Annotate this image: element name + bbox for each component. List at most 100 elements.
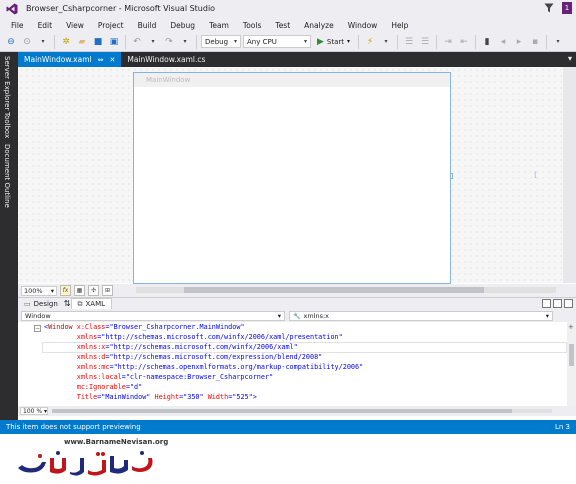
scrollbar-thumb[interactable] [184, 287, 484, 293]
outdent-icon[interactable]: ⇤ [457, 35, 471, 49]
document-outline-tab[interactable]: Document Outline [3, 144, 11, 208]
tab-overflow-icon[interactable]: ▾ [568, 54, 572, 63]
tab-mainwindow-xaml[interactable]: MainWindow.xaml ⇔ ✕ [18, 52, 122, 67]
server-explorer-tab[interactable]: Server Explorer [3, 56, 11, 110]
menu-window[interactable]: Window [341, 21, 385, 30]
redo-icon[interactable]: ↷ [162, 35, 176, 49]
scrollbar-thumb[interactable] [569, 344, 574, 366]
toolbox-tab[interactable]: Toolbox [3, 112, 11, 138]
element-select-value: Window [25, 311, 51, 320]
tab-xaml-label: XAML [85, 300, 106, 308]
code-token: > [252, 393, 257, 401]
vertical-split-icon[interactable] [553, 299, 562, 308]
notifications-icon[interactable]: 1 [562, 2, 572, 14]
code-token: xmlns:local [44, 373, 122, 381]
bookmark-icon[interactable]: ▮ [480, 35, 494, 49]
swap-panes-icon[interactable]: ⇅ [64, 299, 71, 308]
split-editor-icon[interactable]: + [568, 323, 574, 331]
dropdown-arrow-icon[interactable]: ▾ [36, 35, 50, 49]
designer-horizontal-scrollbar[interactable] [136, 287, 556, 293]
toolbar-separator [196, 34, 197, 49]
code-line[interactable]: xmlns:d="http://schemas.microsoft.com/ex… [44, 352, 363, 362]
scrollbar-thumb[interactable] [52, 409, 512, 413]
open-file-icon[interactable]: ▰ [75, 35, 89, 49]
code-line[interactable]: xmlns="http://schemas.microsoft.com/winf… [44, 332, 363, 342]
code-line[interactable]: mc:Ignorable="d" [44, 382, 363, 392]
menu-test[interactable]: Test [268, 21, 297, 30]
toolbar-options-icon[interactable]: ▾ [379, 35, 393, 49]
navigate-forward-icon[interactable]: ⊙ [20, 35, 34, 49]
code-token: x:Class [72, 323, 106, 331]
horizontal-split-icon[interactable] [542, 299, 551, 308]
resize-handle[interactable] [450, 173, 453, 179]
tab-label: MainWindow.xaml.cs [127, 55, 206, 64]
solution-platform-select[interactable]: Any CPU ▾ [243, 35, 311, 48]
tab-xaml[interactable]: ⧉ XAML [70, 297, 113, 310]
menu-build[interactable]: Build [131, 21, 164, 30]
save-icon[interactable]: ■ [91, 35, 105, 49]
pin-icon[interactable]: ⇔ [98, 56, 104, 64]
window-preview[interactable]: MainWindow [133, 72, 453, 284]
designer-vertical-scrollbar[interactable] [563, 67, 576, 283]
effects-toggle-icon[interactable]: fx [60, 285, 71, 296]
align-left-icon[interactable]: ☰ [402, 35, 416, 49]
chevron-down-icon: ▾ [277, 311, 281, 320]
menu-analyze[interactable]: Analyze [297, 21, 341, 30]
status-message: This item does not support previewing [6, 423, 141, 431]
menu-tools[interactable]: Tools [236, 21, 268, 30]
element-select[interactable]: Window ▾ [21, 310, 285, 321]
save-all-icon[interactable]: ▣ [107, 35, 121, 49]
lightning-icon[interactable]: ⚡ [363, 35, 377, 49]
member-select[interactable]: 🔧 xmlns:x ▾ [289, 310, 553, 321]
undo-icon[interactable]: ↶ [130, 35, 144, 49]
member-select-value: xmlns:x [303, 311, 330, 320]
chevron-down-icon: ▾ [347, 38, 351, 45]
tab-design[interactable]: ▭ Design [18, 298, 64, 310]
next-bookmark-icon[interactable]: ▸ [512, 35, 526, 49]
toolbar-overflow-icon[interactable]: ▾ [551, 35, 565, 49]
menu-file[interactable]: File [4, 21, 31, 30]
menu-project[interactable]: Project [91, 21, 131, 30]
editor-zoom-select[interactable]: 100 % ▾ [20, 407, 48, 415]
snap-gridlines-icon[interactable]: ✣ [88, 285, 99, 296]
clear-bookmarks-icon[interactable]: ▪ [528, 35, 542, 49]
new-project-icon[interactable]: ✲ [59, 35, 73, 49]
window-title: Browser_Csharpcorner - Microsoft Visual … [26, 4, 216, 13]
snap-lines-icon[interactable]: ⊞ [102, 285, 113, 296]
collapse-pane-icon[interactable] [564, 299, 573, 308]
prev-bookmark-icon[interactable]: ◂ [496, 35, 510, 49]
editor-gutter: − [18, 322, 42, 406]
code-line[interactable]: Title="MainWindow" Height="350" Width="5… [44, 392, 363, 402]
indent-icon[interactable]: ⇥ [441, 35, 455, 49]
code-line[interactable]: xmlns:local="clr-namespace:Browser_Cshar… [44, 372, 363, 382]
design-view-icon: ▭ [24, 299, 31, 308]
grid-toggle-icon[interactable]: ▦ [74, 285, 85, 296]
start-debugging-button[interactable]: ▶ Start ▾ [313, 37, 354, 47]
editor-horizontal-scrollbar[interactable] [52, 409, 552, 413]
menu-team[interactable]: Team [202, 21, 236, 30]
tab-mainwindow-xaml-cs[interactable]: MainWindow.xaml.cs [121, 52, 211, 67]
feedback-filter-icon[interactable] [544, 3, 554, 13]
menu-debug[interactable]: Debug [163, 21, 202, 30]
chevron-down-icon: ▾ [50, 286, 54, 295]
design-surface[interactable]: MainWindow [ [18, 67, 563, 284]
close-icon[interactable]: ✕ [109, 56, 115, 64]
editor-vertical-scrollbar[interactable]: + [567, 322, 576, 406]
menu-edit[interactable]: Edit [31, 21, 60, 30]
designer-zoom-select[interactable]: 100% ▾ [21, 285, 57, 296]
align-center-icon[interactable]: ☰ [418, 35, 432, 49]
code-line[interactable]: <Window x:Class="Browser_Csharpcorner.Ma… [44, 322, 363, 332]
redo-dropdown-icon[interactable]: ▾ [178, 35, 192, 49]
navigate-back-icon[interactable]: ⊖ [4, 35, 18, 49]
solution-configuration-select[interactable]: Debug ▾ [201, 35, 241, 48]
menu-help[interactable]: Help [384, 21, 415, 30]
collapse-region-icon[interactable]: − [34, 325, 41, 332]
toolbar-separator [546, 34, 548, 49]
undo-dropdown-icon[interactable]: ▾ [146, 35, 160, 49]
xaml-designer[interactable]: MainWindow [ [18, 67, 576, 284]
code-line[interactable]: xmlns:x="http://schemas.microsoft.com/wi… [44, 342, 363, 352]
code-line[interactable]: xmlns:mc="http://schemas.openxmlformats.… [44, 362, 363, 372]
menu-view[interactable]: View [59, 21, 91, 30]
xaml-code-editor[interactable]: − <Window x:Class="Browser_Csharpcorner.… [18, 322, 576, 406]
code-text[interactable]: <Window x:Class="Browser_Csharpcorner.Ma… [44, 322, 363, 402]
